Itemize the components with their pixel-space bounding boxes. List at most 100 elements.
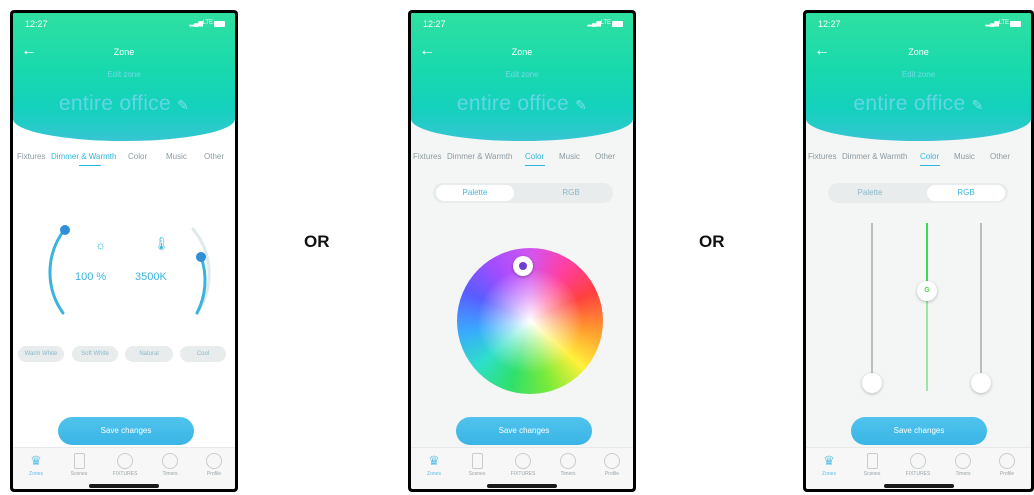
tab-dimmer-warmth[interactable]: Dimmer & Warmth [447, 152, 512, 161]
tab-fixtures[interactable]: Fixtures [17, 152, 45, 161]
tab-fixtures[interactable]: Fixtures [808, 152, 836, 161]
scenes-icon [73, 453, 85, 469]
segment-palette[interactable]: Palette [436, 185, 514, 201]
nav-zones[interactable]: ♛ Zones [16, 453, 56, 477]
profile-icon [206, 453, 222, 469]
tab-bar: Fixtures Dimmer & Warmth Color Music Oth… [806, 152, 1031, 172]
temperature-arc-fill [195, 255, 207, 315]
nav-fixtures[interactable]: FIXTURES [105, 453, 145, 477]
edit-zone-link[interactable]: Edit zone [13, 70, 235, 79]
home-indicator [883, 484, 954, 488]
tab-color[interactable]: Color [920, 152, 939, 161]
tab-dimmer-warmth[interactable]: Dimmer & Warmth [842, 152, 907, 161]
battery-icon [1010, 21, 1021, 27]
tab-fixtures[interactable]: Fixtures [413, 152, 441, 161]
fixtures-icon [910, 453, 926, 469]
nav-fixtures[interactable]: FIXTURES [503, 453, 543, 477]
preset-soft-white[interactable]: Soft White [72, 346, 118, 362]
page-title: Zone [908, 47, 929, 57]
blue-slider[interactable] [971, 223, 991, 403]
status-bar: 12:27 ▂▄▆ LTE [21, 19, 225, 31]
nav-profile[interactable]: Profile [987, 453, 1027, 477]
segment-rgb[interactable]: RGB [532, 185, 610, 201]
crown-icon: ♛ [30, 453, 42, 468]
nav-zones[interactable]: ♛ Zones [809, 453, 849, 477]
edit-zone-link[interactable]: Edit zone [806, 70, 1031, 79]
nav-fixtures[interactable]: FIXTURES [898, 453, 938, 477]
tab-color[interactable]: Color [525, 152, 544, 161]
tab-color[interactable]: Color [128, 152, 147, 161]
zone-name-text: entire office [853, 92, 966, 115]
tab-underline [920, 165, 940, 166]
thermometer-icon: 🌡 [153, 236, 170, 251]
status-bar: 12:27 ▂▄▆ LTE [814, 19, 1021, 31]
brightness-arc-slider[interactable] [33, 221, 73, 321]
phone-rgb-screen: 12:27 ▂▄▆ LTE ← Zone Edit zone entire of… [803, 10, 1034, 492]
tab-other[interactable]: Other [204, 152, 224, 161]
red-slider-handle[interactable] [862, 373, 882, 393]
zone-name: entire office ✎ [13, 92, 235, 116]
preset-warm-white[interactable]: Warm White [18, 346, 64, 362]
red-slider[interactable] [862, 223, 882, 403]
tab-other[interactable]: Other [595, 152, 615, 161]
green-slider-fill-top [926, 223, 928, 283]
edit-zone-link[interactable]: Edit zone [411, 70, 633, 79]
status-bar: 12:27 ▂▄▆ LTE [419, 19, 623, 31]
network-label: LTE [998, 20, 1009, 26]
brightness-value: 100 % [75, 271, 107, 283]
tab-bar: Fixtures Dimmer & Warmth Color Music Oth… [13, 152, 235, 172]
bottom-nav: ♛ Zones Scenes FIXTURES Timers Profile [13, 447, 235, 489]
palette-rgb-toggle: Palette RGB [433, 183, 613, 203]
save-changes-button[interactable]: Save changes [58, 417, 194, 445]
screen: 12:27 ▂▄▆ LTE ← Zone Edit zone entire of… [13, 13, 235, 489]
green-slider[interactable]: G [917, 223, 937, 403]
nav-scenes[interactable]: Scenes [59, 453, 99, 477]
fixtures-icon [515, 453, 531, 469]
pencil-icon[interactable]: ✎ [972, 97, 984, 113]
tab-other[interactable]: Other [990, 152, 1010, 161]
scenes-icon [471, 453, 483, 469]
battery-icon [612, 21, 623, 27]
pencil-icon[interactable]: ✎ [575, 97, 587, 113]
nav-profile[interactable]: Profile [194, 453, 234, 477]
preset-natural[interactable]: Natural [125, 346, 173, 362]
phone-dimmer-screen: 12:27 ▂▄▆ LTE ← Zone Edit zone entire of… [10, 10, 238, 492]
nav-scenes[interactable]: Scenes [852, 453, 892, 477]
zone-name-text: entire office [456, 92, 569, 115]
tab-music[interactable]: Music [166, 152, 187, 161]
nav-zones[interactable]: ♛ Zones [414, 453, 454, 477]
red-slider-track [871, 223, 873, 391]
nav-profile[interactable]: Profile [592, 453, 632, 477]
bottom-nav: ♛ Zones Scenes FIXTURES Timers Profile [411, 447, 633, 489]
blue-slider-handle[interactable] [971, 373, 991, 393]
nav-timers[interactable]: Timers [548, 453, 588, 477]
status-time: 12:27 [423, 19, 446, 29]
save-changes-button[interactable]: Save changes [456, 417, 592, 445]
color-picker-dot [519, 262, 527, 270]
temperature-handle[interactable] [196, 252, 206, 262]
brightness-handle[interactable] [60, 225, 70, 235]
home-indicator [487, 484, 557, 488]
zone-name: entire office ✎ [806, 92, 1031, 116]
tab-music[interactable]: Music [559, 152, 580, 161]
nav-scenes[interactable]: Scenes [457, 453, 497, 477]
preset-cool[interactable]: Cool [180, 346, 226, 362]
zone-name: entire office ✎ [411, 92, 633, 116]
home-indicator [89, 484, 159, 488]
tab-dimmer-warmth[interactable]: Dimmer & Warmth [51, 152, 116, 161]
nav-timers[interactable]: Timers [943, 453, 983, 477]
tab-music[interactable]: Music [954, 152, 975, 161]
tab-bar: Fixtures Dimmer & Warmth Color Music Oth… [411, 152, 633, 172]
save-changes-button[interactable]: Save changes [851, 417, 987, 445]
pencil-icon[interactable]: ✎ [177, 97, 189, 113]
nav-timers[interactable]: Timers [150, 453, 190, 477]
battery-icon [214, 21, 225, 27]
color-picker-handle[interactable] [513, 256, 533, 276]
signal-icon: ▂▄▆ [587, 21, 601, 27]
temperature-arc-slider[interactable] [185, 221, 225, 321]
green-slider-handle[interactable]: G [917, 281, 937, 301]
segment-rgb[interactable]: RGB [927, 185, 1005, 201]
temperature-value: 3500K [135, 271, 167, 283]
segment-palette[interactable]: Palette [831, 185, 909, 201]
tab-underline [525, 165, 545, 166]
